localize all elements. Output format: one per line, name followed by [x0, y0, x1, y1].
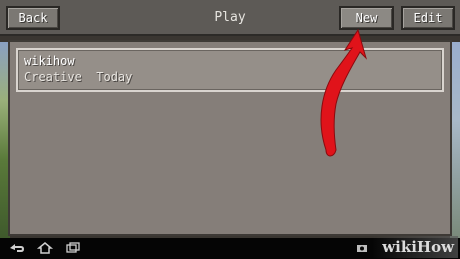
page-title: Play: [214, 10, 246, 25]
back-icon[interactable]: [8, 241, 26, 255]
camera-icon: [357, 245, 367, 252]
home-icon[interactable]: [36, 241, 54, 255]
world-name: wikihow: [24, 54, 75, 68]
new-world-button[interactable]: New: [339, 6, 394, 30]
top-bar: Back Play New Edit: [0, 0, 460, 36]
edit-button[interactable]: Edit: [401, 6, 455, 30]
world-list-panel: wikihow Creative Today: [8, 40, 452, 236]
world-details: Creative Today: [24, 70, 133, 84]
world-list-item[interactable]: wikihow Creative Today: [16, 48, 444, 92]
wikihow-watermark: wikiHow: [372, 236, 458, 258]
recent-apps-icon[interactable]: [64, 241, 82, 255]
back-button[interactable]: Back: [6, 6, 60, 30]
